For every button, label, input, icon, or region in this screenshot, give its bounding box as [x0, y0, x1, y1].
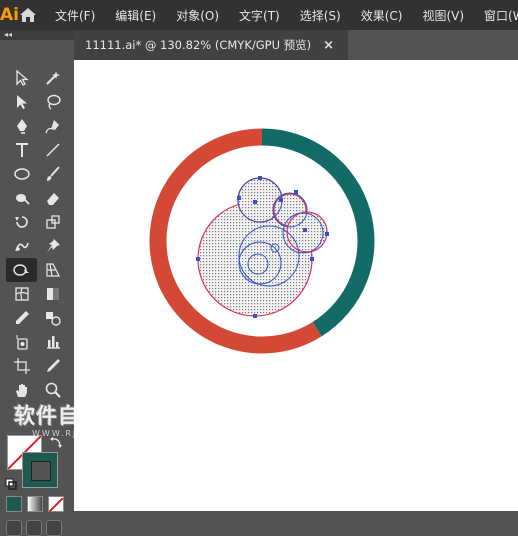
artboard-canvas[interactable] [74, 60, 518, 511]
anchor-point-5 [196, 257, 200, 261]
lasso-icon[interactable] [37, 90, 68, 114]
anchor-point-9 [303, 228, 307, 232]
rotate-icon[interactable] [6, 210, 37, 234]
puppet-warp-icon[interactable] [6, 234, 37, 258]
home-icon[interactable] [19, 0, 37, 30]
pin-icon[interactable] [37, 234, 68, 258]
color-mode-button[interactable] [6, 496, 22, 512]
menu-object[interactable]: 对象(O) [164, 7, 227, 24]
close-icon[interactable]: × [323, 38, 334, 53]
type-tool-icon[interactable] [6, 138, 37, 162]
none-mode-button[interactable] [48, 496, 64, 513]
panel-collapse[interactable]: ◂◂ [0, 30, 74, 40]
document-tab[interactable]: 11111.ai* @ 130.82% (CMYK/GPU 预览) × [74, 30, 348, 60]
shape-builder-icon[interactable] [6, 258, 37, 282]
draw-inside-button[interactable] [46, 520, 62, 536]
menu-file[interactable]: 文件(F) [43, 7, 103, 24]
app-logo: Ai [0, 5, 19, 25]
document-tab-title: 11111.ai* @ 130.82% (CMYK/GPU 预览) [85, 38, 312, 52]
anchor-point-7 [253, 314, 257, 318]
anchor-point-1 [237, 196, 241, 200]
direct-selection-icon[interactable] [6, 90, 37, 114]
anchor-point-2 [279, 198, 283, 202]
menu-edit[interactable]: 编辑(E) [103, 7, 164, 24]
blend-icon[interactable] [37, 306, 68, 330]
gradient-icon[interactable] [37, 282, 68, 306]
selection-tool-icon[interactable] [6, 66, 37, 90]
slice-icon[interactable] [37, 354, 68, 378]
menu-select[interactable]: 选择(S) [288, 7, 349, 24]
gradient-mode-button[interactable] [27, 496, 43, 512]
line-segment-icon[interactable] [37, 138, 68, 162]
menu-window[interactable]: 窗口(W) [472, 7, 518, 24]
anchor-point-4 [253, 200, 257, 204]
menu-effect[interactable]: 效果(C) [349, 7, 411, 24]
selected-shapes[interactable] [196, 176, 329, 318]
curvature-icon[interactable] [37, 114, 68, 138]
default-colors-icon[interactable] [5, 475, 17, 494]
anchor-point-3 [294, 190, 298, 194]
menu-type[interactable]: 文字(T) [227, 7, 288, 24]
menu-view[interactable]: 视图(V) [410, 7, 472, 24]
paintbrush-icon[interactable] [37, 162, 68, 186]
shaper-icon[interactable] [6, 186, 37, 210]
pen-icon[interactable] [6, 114, 37, 138]
stroke-swatch[interactable] [22, 452, 58, 488]
magic-wand-icon[interactable] [37, 66, 68, 90]
anchor-point-0 [258, 176, 262, 180]
artboard-icon[interactable] [6, 354, 37, 378]
draw-behind-button[interactable] [26, 520, 42, 536]
zoom-icon[interactable] [37, 378, 68, 402]
eraser-icon[interactable] [37, 186, 68, 210]
draw-normal-button[interactable] [6, 520, 22, 536]
anchor-point-8 [325, 232, 329, 236]
symbol-sprayer-icon[interactable] [6, 330, 37, 354]
scale-icon[interactable] [37, 210, 68, 234]
column-graph-icon[interactable] [37, 330, 68, 354]
stroke-swatch-hole [31, 461, 51, 481]
menu-bar: Ai 文件(F) 编辑(E) 对象(O) 文字(T) 选择(S) 效果(C) 视… [0, 0, 518, 30]
anchor-point-6 [310, 257, 314, 261]
hand-icon[interactable] [6, 378, 37, 402]
eyedropper-icon[interactable] [6, 306, 37, 330]
tools-panel: ◂◂ 软件自学网 [0, 30, 129, 536]
ellipse-tool-icon[interactable] [6, 162, 37, 186]
perspective-grid-icon[interactable] [37, 258, 68, 282]
mesh-icon[interactable] [6, 282, 37, 306]
tab-bar: 11111.ai* @ 130.82% (CMYK/GPU 预览) × [74, 30, 518, 60]
artwork [149, 128, 375, 354]
